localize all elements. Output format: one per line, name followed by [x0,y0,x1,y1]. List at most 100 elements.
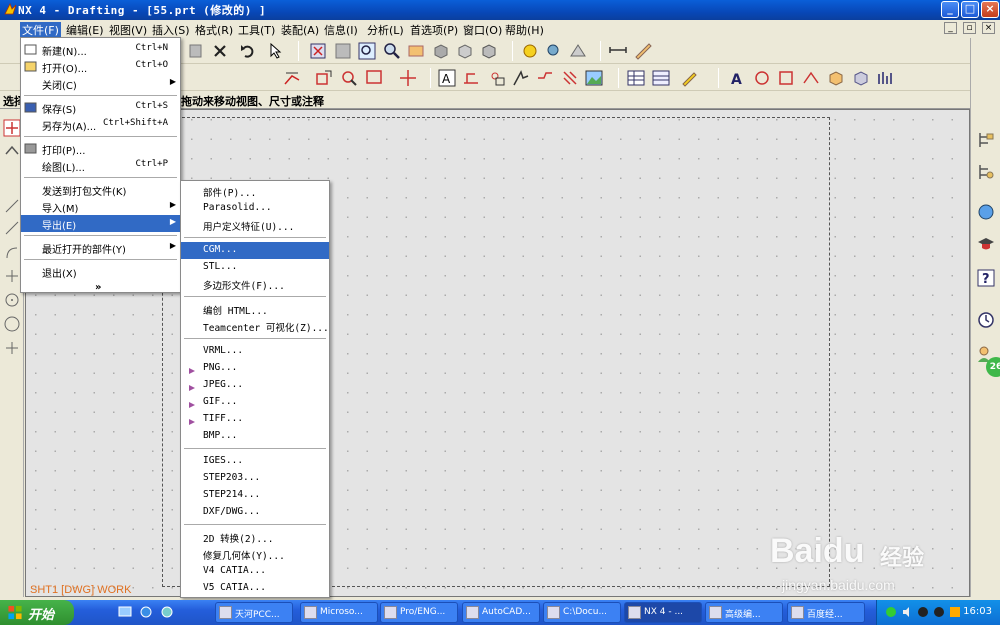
delete-icon[interactable] [210,41,230,61]
export-menu-item-24[interactable]: 修复几何体(Y)... [181,546,329,563]
pan-icon[interactable] [406,41,426,61]
edit-text-icon[interactable] [679,68,699,88]
crosshatch-icon[interactable] [560,68,580,88]
history-icon[interactable] [976,310,996,330]
annotation-style-icon[interactable]: A [728,68,748,88]
menu-preferences[interactable]: 首选项(P) [410,22,458,38]
menu-insert[interactable]: 插入(S) [152,22,190,38]
table-icon[interactable] [626,68,646,88]
tray-network-icon[interactable] [885,606,897,618]
edit-dimension-icon[interactable] [801,68,821,88]
export-menu-item-19[interactable]: STEP203... [181,470,329,487]
menu-format[interactable]: 格式(R) [195,22,233,38]
file-menu-item-5[interactable]: 另存为(A)... Ctrl+Shift+A [21,116,180,133]
part-navigator-icon[interactable] [976,162,996,182]
file-menu-item-8[interactable]: 绘图(L)... Ctrl+P [21,157,180,174]
file-menu-item-16[interactable]: 退出(X) [21,263,180,280]
taskbar-button-2[interactable]: Pro/ENG... [380,602,458,623]
taskbar-button-1[interactable]: Microso... [300,602,378,623]
select-filter-icon[interactable] [266,41,286,61]
snap-icon[interactable] [3,142,21,160]
hidden-edge-icon[interactable] [479,41,499,61]
export-menu-item-5[interactable]: STL... [181,259,329,276]
line2-icon[interactable] [3,219,21,237]
dimension-icon[interactable] [282,68,302,88]
parts-list-icon[interactable] [651,68,671,88]
menu-file[interactable]: 文件(F) [20,22,61,38]
weld-icon[interactable] [535,68,555,88]
export-menu-item-9[interactable]: Teamcenter 可视化(Z)... [181,318,329,335]
plus-icon[interactable] [3,339,21,357]
centerline-icon[interactable] [398,68,418,88]
taskbar-button-5[interactable]: NX 4 - ... [624,602,702,623]
view-style-icon[interactable] [777,68,797,88]
symbol-icon[interactable] [511,68,531,88]
base-view-icon[interactable] [314,68,334,88]
file-menu-item-0[interactable]: 新建(N)... Ctrl+N [21,41,180,58]
file-menu-item-7[interactable]: 打印(P)... [21,140,180,157]
notification-badge[interactable]: 26 [986,357,1000,377]
copy-icon[interactable] [186,41,206,61]
menu-info[interactable]: 信息(I) [324,22,358,38]
detail-view-icon[interactable] [364,68,384,88]
ruler-icon[interactable] [633,41,653,61]
taskbar-button-7[interactable]: 百度经... [787,602,865,623]
magnifier-icon[interactable] [382,41,402,61]
quicklaunch-desktop-icon[interactable] [118,605,132,619]
export-menu-item-2[interactable]: 用户定义特征(U)... [181,217,329,234]
export-menu-item-23[interactable]: 2D 转换(2)... [181,529,329,546]
quicklaunch-ie-icon[interactable] [139,605,153,619]
cube-icon[interactable] [851,68,871,88]
export-menu-item-6[interactable]: 多边形文件(F)... [181,276,329,293]
section-view-icon[interactable] [339,68,359,88]
training-icon[interactable] [976,234,996,254]
tray-app-icon[interactable] [949,606,961,618]
export-menu-item-26[interactable]: V5 CATIA... [181,580,329,597]
export-menu-item-21[interactable]: DXF/DWG... [181,504,329,521]
export-menu-item-13[interactable]: JPEG... [181,377,329,394]
show-hide-icon[interactable] [544,41,564,61]
menu-view[interactable]: 视图(V) [109,22,147,38]
file-menu-item-10[interactable]: 发送到打包文件(K) [21,181,180,198]
export-menu-item-8[interactable]: 编创 HTML... [181,301,329,318]
circle-center-icon[interactable] [3,291,21,309]
drafting-object-icon[interactable] [826,68,846,88]
start-button[interactable]: 开始 [0,600,74,625]
menu-edit[interactable]: 编辑(E) [66,22,104,38]
export-menu-item-25[interactable]: V4 CATIA... [181,563,329,580]
wcs-icon[interactable] [568,41,588,61]
undo-icon[interactable] [238,41,258,61]
tray-qq-icon[interactable] [917,606,929,618]
tray-volume-icon[interactable] [901,606,913,618]
close-button[interactable]: × [981,1,999,18]
export-menu-item-15[interactable]: TIFF... [181,411,329,428]
quicklaunch-app-icon[interactable] [160,605,174,619]
export-menu-item-11[interactable]: VRML... [181,343,329,360]
line-icon[interactable] [3,197,21,215]
export-menu-item-18[interactable]: IGES... [181,453,329,470]
menu-window[interactable]: 窗口(O) [463,22,502,38]
wireframe-icon[interactable] [455,41,475,61]
origin-icon[interactable] [752,68,772,88]
file-menu-item-11[interactable]: 导入(M) ▶ [21,198,180,215]
mdi-restore-button[interactable]: ▫ [963,22,976,34]
export-menu-item-16[interactable]: BMP... [181,428,329,445]
file-menu-item-1[interactable]: 打开(O)... Ctrl+O [21,58,180,75]
maximize-button[interactable]: □ [961,1,979,18]
note-icon[interactable]: A [437,68,457,88]
taskbar-button-4[interactable]: C:\Docu... [543,602,621,623]
layer-settings-icon[interactable] [520,41,540,61]
menu-tools[interactable]: 工具(T) [238,22,275,38]
help-icon[interactable]: ? [976,268,996,288]
image-icon[interactable] [584,68,604,88]
export-menu-item-0[interactable]: 部件(P)... [181,183,329,200]
menu-analysis[interactable]: 分析(L) [367,22,404,38]
mdi-close-button[interactable]: × [982,22,995,34]
arc-icon[interactable] [3,244,21,262]
circle-icon[interactable] [3,315,21,333]
point-icon[interactable] [3,267,21,285]
export-menu-item-14[interactable]: GIF... [181,394,329,411]
taskbar-button-3[interactable]: AutoCAD... [462,602,540,623]
export-menu-item-4[interactable]: CGM... [181,241,329,259]
zoom-window-icon[interactable] [333,41,353,61]
